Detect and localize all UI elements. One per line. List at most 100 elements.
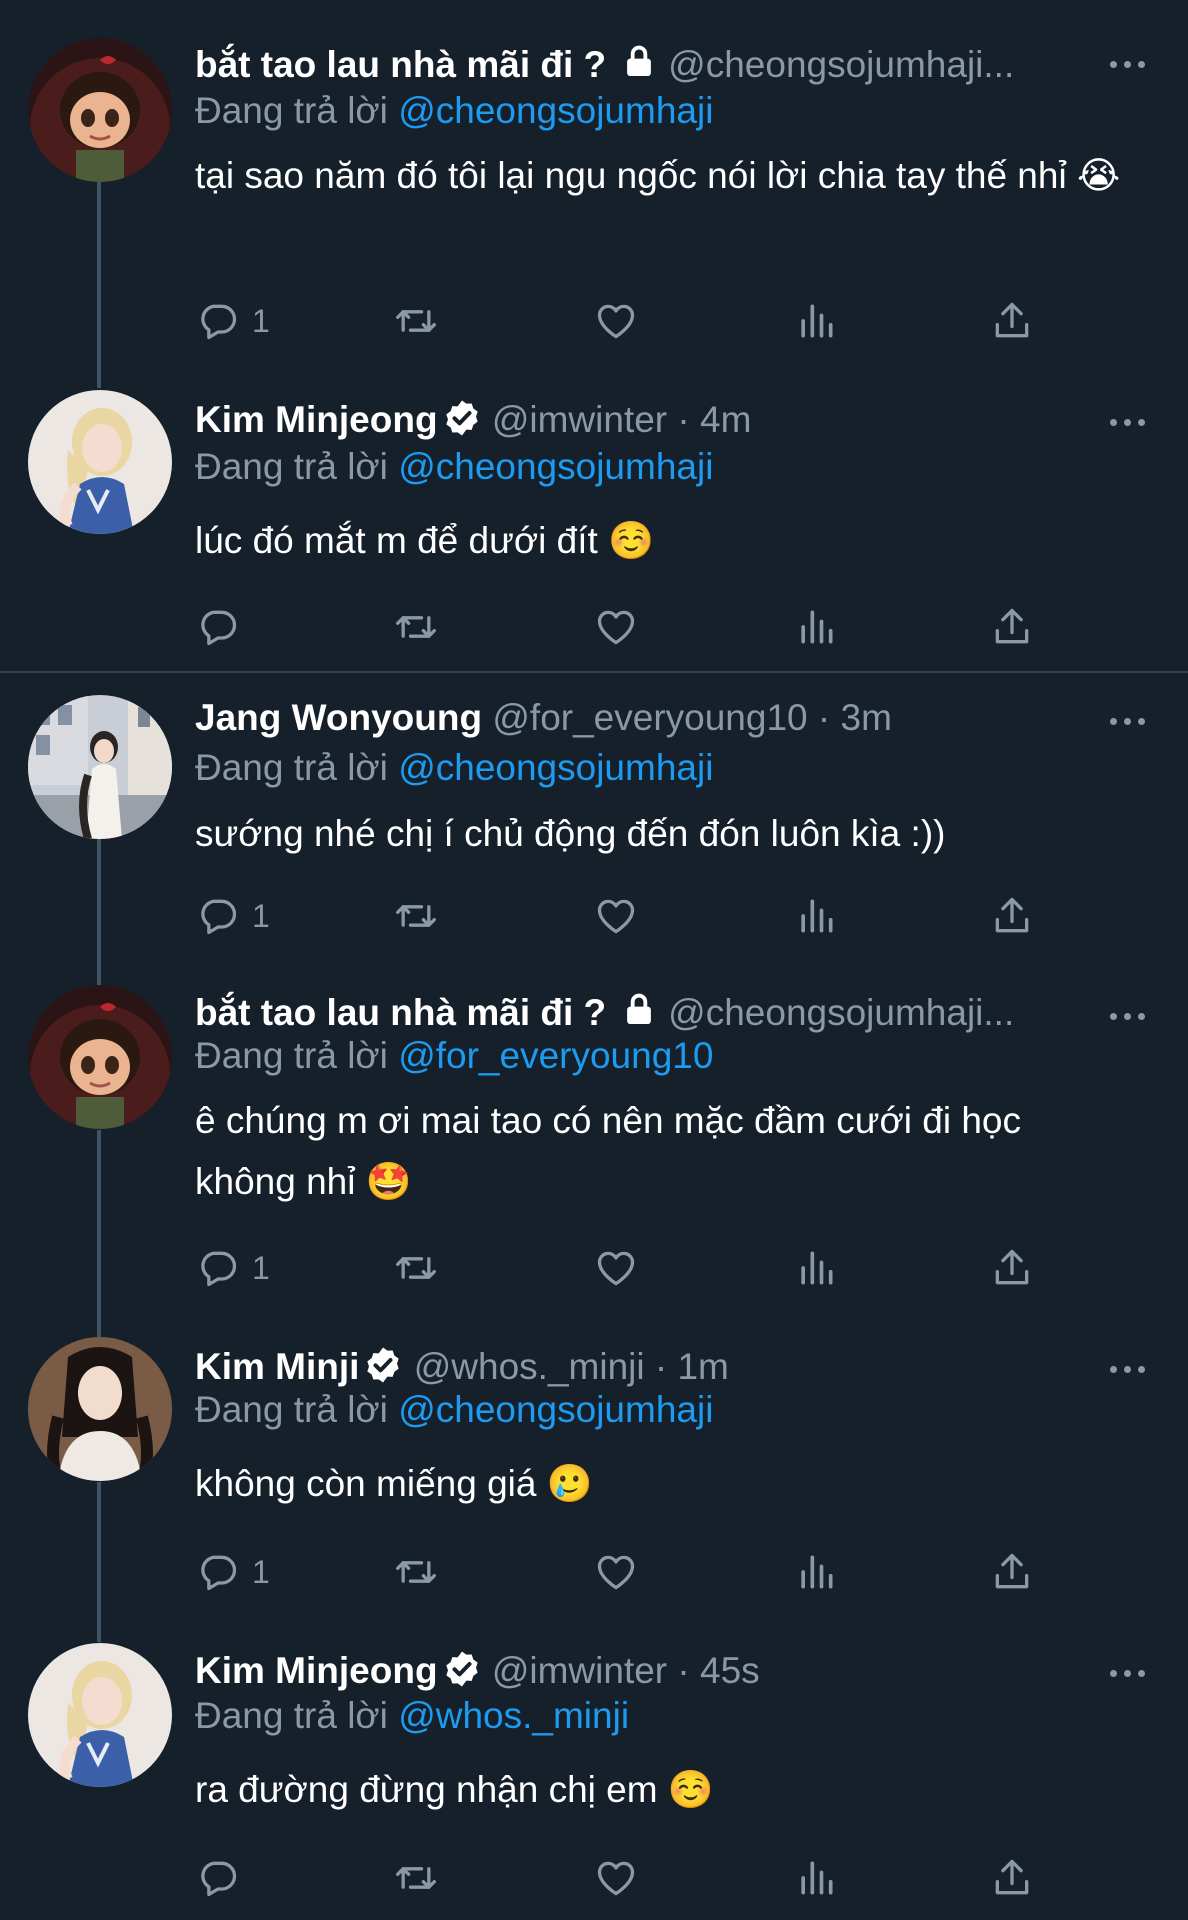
more-icon[interactable]	[1110, 1363, 1150, 1375]
verified-badge-icon	[442, 1649, 482, 1695]
more-icon[interactable]	[1110, 715, 1150, 727]
reply-count: 1	[252, 1553, 270, 1590]
display-name[interactable]: Jang Wonyoung	[195, 697, 482, 738]
like-button[interactable]	[594, 1549, 638, 1595]
share-button[interactable]	[990, 604, 1034, 650]
reply-button[interactable]: 1	[196, 893, 270, 939]
avatar[interactable]	[28, 38, 172, 182]
reply-icon	[196, 1550, 240, 1594]
views-button[interactable]	[794, 1549, 838, 1595]
views-button[interactable]	[794, 893, 838, 939]
views-button[interactable]	[794, 604, 838, 650]
handle[interactable]: @imwinter	[492, 399, 667, 440]
share-icon	[990, 1550, 1034, 1594]
action-bar: 1	[0, 298, 1188, 348]
replying-to-label: Đang trả lời	[195, 90, 388, 131]
reply-to-link[interactable]: @for_everyoung10	[398, 1035, 713, 1076]
action-bar	[0, 1855, 1188, 1905]
tweet[interactable]: bắt tao lau nhà mãi đi ? @cheongsojumhaji…	[0, 973, 1188, 1333]
handle[interactable]: @for_everyoung10	[492, 697, 807, 738]
display-name[interactable]: Kim Minjeong	[195, 1650, 438, 1691]
action-bar: 1	[0, 1549, 1188, 1599]
display-name[interactable]: bắt tao lau nhà mãi đi ?	[195, 992, 606, 1033]
reply-icon	[196, 1856, 240, 1900]
more-icon[interactable]	[1110, 58, 1150, 70]
retweet-button[interactable]	[394, 298, 438, 344]
heart-icon	[594, 894, 638, 938]
tweet[interactable]: Kim Minji @whos._minji · 1m Đang trả lời…	[0, 1333, 1188, 1633]
reply-icon	[196, 605, 240, 649]
retweet-icon	[394, 1856, 438, 1900]
share-button[interactable]	[990, 1245, 1034, 1291]
display-name[interactable]: bắt tao lau nhà mãi đi ?	[195, 44, 606, 85]
replying-to-label: Đang trả lời	[195, 1035, 388, 1076]
retweet-button[interactable]	[394, 1549, 438, 1595]
reply-to-link[interactable]: @cheongsojumhaji	[398, 90, 713, 131]
retweet-button[interactable]	[394, 1855, 438, 1901]
heart-icon	[594, 605, 638, 649]
replying-to-label: Đang trả lời	[195, 747, 388, 788]
replying-to-label: Đang trả lời	[195, 1695, 388, 1736]
tweet[interactable]: bắt tao lau nhà mãi đi ? @cheongsojumhaji…	[0, 0, 1188, 370]
like-button[interactable]	[594, 298, 638, 344]
views-button[interactable]	[794, 1855, 838, 1901]
avatar[interactable]	[28, 390, 172, 534]
views-button[interactable]	[794, 1245, 838, 1291]
reply-to-link[interactable]: @whos._minji	[398, 1695, 629, 1736]
like-button[interactable]	[594, 893, 638, 939]
retweet-button[interactable]	[394, 893, 438, 939]
retweet-icon	[394, 1246, 438, 1290]
tweet[interactable]: Jang Wonyoung @for_everyoung10 · 3m Đang…	[0, 673, 1188, 973]
reply-count: 1	[252, 1249, 270, 1286]
share-button[interactable]	[990, 893, 1034, 939]
display-name[interactable]: Kim Minji	[195, 1346, 359, 1387]
handle[interactable]: @imwinter	[492, 1650, 667, 1691]
action-bar: 1	[0, 1245, 1188, 1295]
retweet-button[interactable]	[394, 1245, 438, 1291]
timestamp[interactable]: · 3m	[818, 697, 892, 738]
reply-count: 1	[252, 897, 270, 934]
handle[interactable]: @cheongsojumhaji...	[668, 44, 1014, 85]
share-icon	[990, 605, 1034, 649]
timestamp[interactable]: · 45s	[677, 1650, 759, 1691]
views-icon	[794, 299, 838, 343]
handle[interactable]: @cheongsojumhaji...	[668, 992, 1014, 1033]
timestamp[interactable]: · 1m	[655, 1346, 729, 1387]
more-icon[interactable]	[1110, 1667, 1150, 1679]
share-button[interactable]	[990, 298, 1034, 344]
reply-button[interactable]: 1	[196, 1245, 270, 1291]
tweet[interactable]: Kim Minjeong @imwinter · 45s Đang trả lờ…	[0, 1633, 1188, 1920]
display-name[interactable]: Kim Minjeong	[195, 399, 438, 440]
share-icon	[990, 894, 1034, 938]
timestamp[interactable]: · 4m	[677, 399, 751, 440]
replying-to-label: Đang trả lời	[195, 446, 388, 487]
avatar[interactable]	[28, 1337, 172, 1481]
reply-button[interactable]	[196, 1855, 240, 1901]
reply-icon	[196, 299, 240, 343]
reply-button[interactable]: 1	[196, 298, 270, 344]
tweet-text: ê chúng m ơi mai tao có nên mặc đầm cưới…	[195, 1100, 1021, 1202]
retweet-button[interactable]	[394, 604, 438, 650]
like-button[interactable]	[594, 604, 638, 650]
retweet-icon	[394, 605, 438, 649]
lock-icon	[620, 990, 658, 1036]
views-icon	[794, 605, 838, 649]
share-button[interactable]	[990, 1549, 1034, 1595]
reply-to-link[interactable]: @cheongsojumhaji	[398, 747, 713, 788]
avatar[interactable]	[28, 985, 172, 1129]
tweet-text: tại sao năm đó tôi lại ngu ngốc nói lời …	[195, 155, 1121, 196]
reply-button[interactable]: 1	[196, 1549, 270, 1595]
more-icon[interactable]	[1110, 416, 1150, 428]
reply-to-link[interactable]: @cheongsojumhaji	[398, 1389, 713, 1430]
more-icon[interactable]	[1110, 1010, 1150, 1022]
reply-to-link[interactable]: @cheongsojumhaji	[398, 446, 713, 487]
avatar[interactable]	[28, 1643, 172, 1787]
reply-button[interactable]	[196, 604, 240, 650]
like-button[interactable]	[594, 1245, 638, 1291]
like-button[interactable]	[594, 1855, 638, 1901]
share-button[interactable]	[990, 1855, 1034, 1901]
tweet[interactable]: Kim Minjeong @imwinter · 4m Đang trả lời…	[0, 370, 1188, 670]
views-button[interactable]	[794, 298, 838, 344]
avatar[interactable]	[28, 695, 172, 839]
handle[interactable]: @whos._minji	[414, 1346, 645, 1387]
